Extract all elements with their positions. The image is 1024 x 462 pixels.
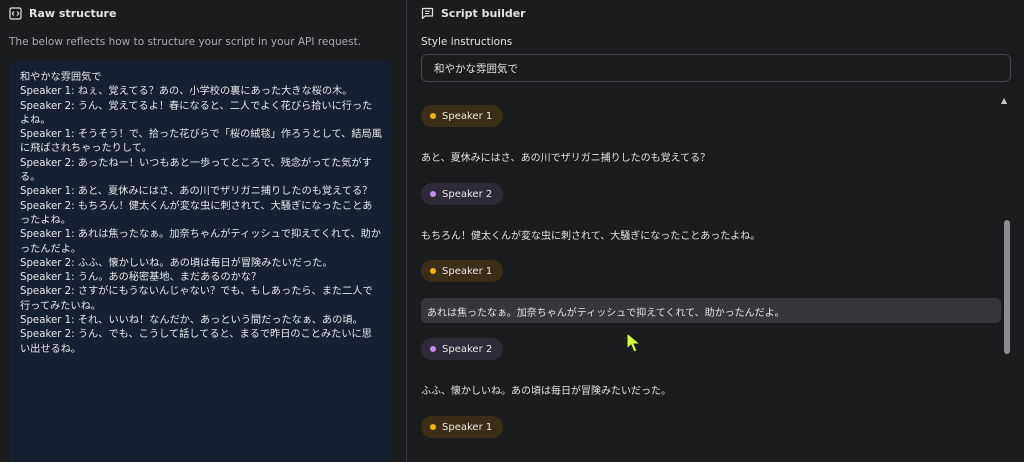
- speaker-dot-icon: [430, 424, 436, 430]
- script-builder-title: Script builder: [441, 7, 526, 20]
- script-entries-list: Speaker 1 あと、夏休みにはさ、あの川でザリガニ捕りしたのも覚えてる？ Sp…: [421, 94, 1011, 462]
- app-root: Raw structure The below reflects how to …: [0, 0, 1024, 462]
- raw-script-line: Speaker 2: うん、でも、こうして話してると、まるで昨日のことみたいに思…: [20, 329, 372, 355]
- raw-script-line: Speaker 1: あと、夏休みにはさ、あの川でザリガニ捕りしたのも覚えてる？: [20, 186, 373, 198]
- script-builder-icon: [421, 7, 434, 20]
- script-line-text: あれは焦ったなぁ。加奈ちゃんがティッシュで抑えてくれて、助かったんだよ。: [427, 308, 785, 319]
- raw-script-line: Speaker 1: ねぇ、覚えてる？あの、小学校の裏にあった大きな桜の木。: [20, 86, 353, 98]
- raw-script-line: Speaker 1: そうそう！で、拾った花びらで「桜の絨毯」作ろうとして、結局…: [20, 129, 382, 155]
- style-instructions-label: Style instructions: [421, 36, 513, 48]
- raw-script-textbox[interactable]: 和やかな雰囲気で Speaker 1: ねぇ、覚えてる？あの、小学校の裏にあった大…: [9, 61, 392, 462]
- raw-script-line: Speaker 2: ふふ、懐かしいね。あの頃は毎日が冒険みたいだった。: [20, 257, 333, 269]
- script-builder-header: Script builder: [421, 7, 526, 20]
- raw-script-line: Speaker 1: あれは焦ったなぁ。加奈ちゃんがティッシュで抑えてくれて、助…: [20, 229, 382, 255]
- style-instructions-input[interactable]: [421, 54, 1011, 82]
- raw-script-line: 和やかな雰囲気で: [20, 72, 102, 83]
- speaker-dot-icon: [430, 346, 436, 352]
- mouse-cursor-icon: [626, 332, 642, 353]
- speaker-chip-label: Speaker 1: [442, 265, 493, 277]
- speaker-chip-label: Speaker 1: [442, 110, 493, 122]
- speaker-chip[interactable]: Speaker 1: [421, 105, 504, 127]
- raw-script-line: Speaker 2: うん、覚えてるよ！春になると、二人でよく花びら拾いに行った…: [20, 100, 373, 126]
- scrollbar-thumb[interactable]: [1004, 220, 1010, 354]
- speaker-chip[interactable]: Speaker 1: [421, 416, 504, 438]
- speaker-chip[interactable]: Speaker 2: [421, 183, 504, 205]
- script-line-text[interactable]: あと、夏休みにはさ、あの川でザリガニ捕りしたのも覚えてる？: [421, 149, 710, 164]
- script-builder-panel: Script builder Style instructions Speake…: [407, 0, 1024, 462]
- speaker-chip-label: Speaker 2: [442, 188, 493, 200]
- speaker-dot-icon: [430, 268, 436, 274]
- raw-structure-title: Raw structure: [29, 7, 117, 20]
- raw-structure-description: The below reflects how to structure your…: [9, 36, 362, 48]
- speaker-chip-label: Speaker 1: [442, 421, 493, 433]
- raw-structure-panel: Raw structure The below reflects how to …: [0, 0, 406, 462]
- raw-script-line: Speaker 2: さすがにもうないんじゃない？でも、もしあったら、また二人で…: [20, 286, 373, 312]
- speaker-chip-label: Speaker 2: [442, 343, 493, 355]
- raw-script-line: Speaker 2: もちろん！健太くんが変な虫に刺されて、大騒ぎになったことあ…: [20, 200, 373, 226]
- script-line-text[interactable]: ふふ、懐かしいね。あの頃は毎日が冒険みたいだった。: [421, 382, 671, 397]
- code-brackets-icon: [9, 7, 22, 20]
- script-line-text[interactable]: もちろん！健太くんが変な虫に刺されて、大騒ぎになったことあったよね。: [421, 227, 760, 242]
- raw-script-line: Speaker 2: あったねー！いつもあと一歩ってところで、残念がってた気がす…: [20, 157, 372, 184]
- speaker-dot-icon: [430, 113, 436, 119]
- raw-script-line: Speaker 1: それ、いいね！なんだか、あっという間だったなぁ、あの頃。: [20, 315, 363, 327]
- raw-script-line: Speaker 1: うん。あの秘密基地、まだあるのかな？: [20, 272, 262, 284]
- speaker-chip[interactable]: Speaker 2: [421, 338, 504, 360]
- caret-up-icon[interactable]: ▲: [1001, 96, 1007, 105]
- script-line-row[interactable]: あれは焦ったなぁ。加奈ちゃんがティッシュで抑えてくれて、助かったんだよ。: [421, 298, 1001, 323]
- speaker-dot-icon: [430, 191, 436, 197]
- raw-structure-header: Raw structure: [9, 7, 116, 20]
- speaker-chip[interactable]: Speaker 1: [421, 260, 504, 282]
